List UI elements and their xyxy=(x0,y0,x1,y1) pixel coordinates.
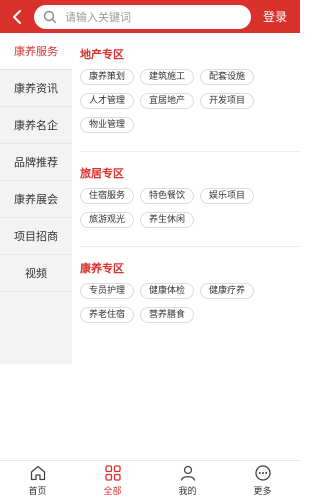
tag-item[interactable]: 营养膳食 xyxy=(140,307,195,323)
section-sojourn: 旅居专区 住宿服务 特色餐饮 娱乐项目 旅游观光 养生休闲 xyxy=(80,151,300,246)
section-title: 旅居专区 xyxy=(80,167,124,180)
sidebar-item-xiangmu-zhaoshang[interactable]: 项目招商 xyxy=(0,218,72,255)
nav-label: 我的 xyxy=(178,487,197,497)
tag-item[interactable]: 旅游观光 xyxy=(80,212,135,228)
sidebar-item-shipin[interactable]: 视频 xyxy=(0,255,72,292)
sidebar-item-kangyang-mingqi[interactable]: 康养名企 xyxy=(0,107,72,144)
tag-item[interactable]: 养生休闲 xyxy=(140,212,195,228)
bottom-nav: 首页 全部 我的 更多 xyxy=(0,460,300,500)
nav-label: 全部 xyxy=(103,487,122,497)
search-placeholder: 请输入关键词 xyxy=(65,10,131,24)
back-chevron-icon xyxy=(13,9,21,24)
login-button[interactable]: 登录 xyxy=(263,8,287,25)
tag-item[interactable]: 物业管理 xyxy=(80,117,135,133)
sidebar-item-kangyang-zhanhui[interactable]: 康养展会 xyxy=(0,181,72,218)
category-content: 地产专区 康养策划 建筑施工 配套设施 人才管理 宜居地产 开发项目 物业管理 … xyxy=(72,33,300,364)
nav-home[interactable]: 首页 xyxy=(0,461,75,500)
grid-icon xyxy=(104,465,121,481)
section-health-care: 康养专区 专员护理 健康体检 健康疗养 养老住宿 营养膳食 xyxy=(80,246,300,341)
tag-item[interactable]: 建筑施工 xyxy=(140,69,195,85)
sidebar-item-pinpai-tuijian[interactable]: 品牌推荐 xyxy=(0,144,72,181)
home-icon xyxy=(30,465,45,481)
section-title: 地产专区 xyxy=(80,48,124,61)
tag-item[interactable]: 养老住宿 xyxy=(80,307,135,323)
sidebar-item-kangyang-fuwu[interactable]: 康养服务 xyxy=(0,33,72,70)
sidebar-item-kangyang-zixun[interactable]: 康养资讯 xyxy=(0,70,72,107)
search-icon xyxy=(43,10,57,24)
category-sidebar: 康养服务 康养资讯 康养名企 品牌推荐 康养展会 项目招商 视频 xyxy=(0,33,72,364)
tag-item[interactable]: 配套设施 xyxy=(200,69,255,85)
tag-item[interactable]: 专员护理 xyxy=(80,283,135,299)
search-input[interactable]: 请输入关键词 xyxy=(34,4,251,29)
tag-item[interactable]: 人才管理 xyxy=(80,93,135,109)
tag-item[interactable]: 住宿服务 xyxy=(80,188,135,204)
section-title: 康养专区 xyxy=(80,262,124,275)
nav-more[interactable]: 更多 xyxy=(225,461,300,500)
nav-all[interactable]: 全部 xyxy=(75,461,150,500)
section-real-estate: 地产专区 康养策划 建筑施工 配套设施 人才管理 宜居地产 开发项目 物业管理 xyxy=(80,33,300,151)
tag-item[interactable]: 娱乐项目 xyxy=(200,188,255,204)
tag-list: 住宿服务 特色餐饮 娱乐项目 旅游观光 养生休闲 xyxy=(80,182,294,246)
tag-item[interactable]: 健康疗养 xyxy=(200,283,255,299)
user-icon xyxy=(180,465,195,481)
tag-list: 专员护理 健康体检 健康疗养 养老住宿 营养膳食 xyxy=(80,277,294,341)
back-button[interactable] xyxy=(0,0,34,33)
tag-item[interactable]: 健康体检 xyxy=(140,283,195,299)
tag-item[interactable]: 康养策划 xyxy=(80,69,135,85)
tag-item[interactable]: 开发项目 xyxy=(200,93,255,109)
tag-item[interactable]: 宜居地产 xyxy=(140,93,195,109)
tag-list: 康养策划 建筑施工 配套设施 人才管理 宜居地产 开发项目 物业管理 xyxy=(80,63,294,151)
nav-label: 更多 xyxy=(253,487,272,497)
tag-item[interactable]: 特色餐饮 xyxy=(140,188,195,204)
more-icon xyxy=(254,465,271,481)
top-header: 请输入关键词 登录 xyxy=(0,0,300,33)
nav-mine[interactable]: 我的 xyxy=(150,461,225,500)
nav-label: 首页 xyxy=(28,487,47,497)
